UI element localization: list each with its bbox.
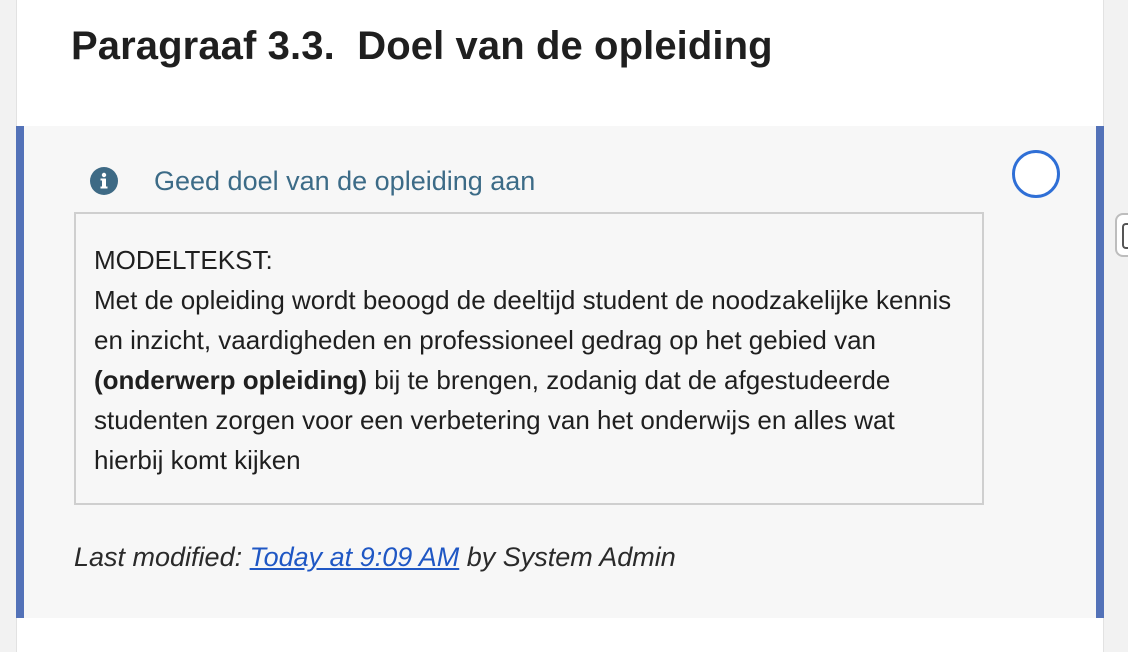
model-text-body: Met de opleiding wordt beoogd de deeltij… xyxy=(94,280,964,480)
model-text-bold: (onderwerp opleiding) xyxy=(94,365,367,395)
last-modified-link[interactable]: Today at 9:09 AM xyxy=(250,542,460,572)
model-text-heading: MODELTEKST: xyxy=(94,245,273,275)
checklist-item: Geed doel van de opleiding aan MODELTEKS… xyxy=(16,126,1104,618)
item-prompt: Geed doel van de opleiding aan xyxy=(154,166,536,196)
last-modified: Last modified: Today at 9:09 AM by Syste… xyxy=(74,539,676,575)
model-text-box[interactable]: MODELTEKST: Met de opleiding wordt beoog… xyxy=(74,212,984,505)
model-text-part-1: Met de opleiding wordt beoogd de deeltij… xyxy=(94,285,952,355)
side-panel-handle-icon[interactable] xyxy=(1115,213,1128,257)
section-title: Paragraaf 3.3. Doel van de opleiding xyxy=(71,24,773,68)
status-circle-toggle[interactable] xyxy=(1012,150,1060,198)
last-modified-by: by System Admin xyxy=(459,542,676,572)
info-icon[interactable] xyxy=(90,167,118,195)
last-modified-label: Last modified: xyxy=(74,542,250,572)
